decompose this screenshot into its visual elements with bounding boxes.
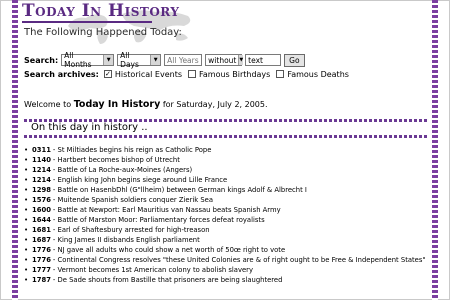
event-year: 1644 — [32, 216, 51, 224]
month-select-value: All Months — [64, 51, 92, 69]
bullet-icon: • — [24, 206, 29, 214]
mode-select-value: without — [208, 55, 237, 65]
chevron-down-icon: ▼ — [238, 55, 244, 65]
event-year: 1140 — [32, 156, 51, 164]
logo-underline — [22, 21, 152, 23]
list-item: • 1576- Muitende Spanish soldiers conquer… — [24, 195, 434, 205]
welcome-suffix: for Saturday, July 2, 2005. — [162, 100, 268, 109]
list-item: • 1214- English king John begins siege ar… — [24, 175, 434, 185]
list-item: • 1600- Battle at Newport: Earl Mauritius… — [24, 205, 434, 215]
day-select[interactable]: All Days ▼ — [117, 51, 162, 69]
event-text: - English king John begins siege around … — [52, 176, 228, 184]
event-list: • 0311- St Miltiades begins his reign as … — [24, 145, 434, 285]
bullet-icon: • — [24, 216, 29, 224]
month-select[interactable]: All Months ▼ — [61, 51, 115, 69]
list-item: • 1776- NJ gave all adults who could show… — [24, 245, 434, 255]
event-text: - Battle at Newport: Earl Mauritius van … — [52, 206, 281, 214]
bullet-icon: • — [24, 186, 29, 194]
list-item: • 1298- Battle on HasenbDhl (G"llheim) be… — [24, 185, 434, 195]
event-year: 1298 — [32, 186, 51, 194]
list-item: • 1214- Battle of La Roche-aux-Moines (An… — [24, 165, 434, 175]
event-text: - De Sade shouts from Bastille that pris… — [52, 276, 283, 284]
bullet-icon: • — [24, 236, 29, 244]
event-text: - Battle of Marston Moor: Parliamentary … — [52, 216, 265, 224]
page-subtitle: The Following Happened Today: — [24, 27, 182, 38]
event-text: - St Miltiades begins his reign as Catho… — [52, 146, 212, 154]
list-item: • 1776- Continental Congress resolves "th… — [24, 255, 434, 265]
search-form: Search: All Months ▼ All Days ▼ without … — [24, 51, 305, 69]
event-year: 1777 — [32, 266, 51, 274]
bullet-icon: • — [24, 156, 29, 164]
list-item: • 1787- De Sade shouts from Bastille that… — [24, 275, 434, 285]
list-item: • 0311- St Miltiades begins his reign as … — [24, 145, 434, 155]
event-year: 1787 — [32, 276, 51, 284]
event-text: - Muitende Spanish soldiers conquer Zier… — [52, 196, 214, 204]
event-text: - Continental Congress resolves "these U… — [52, 256, 426, 264]
historical-events-checkbox[interactable]: ✓ — [103, 70, 112, 78]
left-decorative-stripe — [12, 0, 18, 300]
event-year: 1681 — [32, 226, 51, 234]
event-text: - Earl of Shaftesbury arrested for high-… — [52, 226, 210, 234]
bullet-icon: • — [24, 166, 29, 174]
event-year: 1687 — [32, 236, 51, 244]
section-divider-bottom — [24, 135, 428, 138]
famous-birthdays-label[interactable]: Famous Birthdays — [199, 70, 270, 79]
event-year: 1576 — [32, 196, 51, 204]
section-title: On this day in history .. — [31, 122, 148, 133]
event-text: - NJ gave all adults who could show a ne… — [52, 246, 286, 254]
bullet-icon: • — [24, 226, 29, 234]
archives-label: Search archives: — [24, 69, 99, 79]
event-year: 1214 — [32, 176, 51, 184]
event-year: 1776 — [32, 256, 51, 264]
event-text: - King James II disbands English parliam… — [52, 236, 200, 244]
go-button[interactable]: Go — [284, 53, 305, 67]
welcome-brand: Today In History — [73, 99, 161, 110]
bullet-icon: • — [24, 146, 29, 154]
search-text-input[interactable] — [245, 54, 282, 66]
famous-birthdays-checkbox[interactable] — [188, 70, 196, 78]
event-text: - Hartbert becomes bishop of Utrecht — [52, 156, 180, 164]
historical-events-label[interactable]: Historical Events — [115, 70, 182, 79]
event-text: - Battle on HasenbDhl (G"llheim) between… — [52, 186, 307, 194]
bullet-icon: • — [24, 246, 29, 254]
event-text: - Battle of La Roche-aux-Moines (Angers) — [52, 166, 193, 174]
list-item: • 1644- Battle of Marston Moor: Parliamen… — [24, 215, 434, 225]
day-select-value: All Days — [120, 51, 139, 69]
list-item: • 1681- Earl of Shaftesbury arrested for … — [24, 225, 434, 235]
bullet-icon: • — [24, 256, 29, 264]
event-year: 1600 — [32, 206, 51, 214]
event-year: 1776 — [32, 246, 51, 254]
bullet-icon: • — [24, 196, 29, 204]
list-item: • 1140- Hartbert becomes bishop of Utrech… — [24, 155, 434, 165]
mode-select[interactable]: without ▼ — [205, 54, 244, 66]
chevron-down-icon: ▼ — [150, 55, 161, 65]
famous-deaths-label[interactable]: Famous Deaths — [287, 70, 349, 79]
search-label: Search: — [24, 55, 59, 65]
year-input[interactable] — [164, 54, 203, 66]
bullet-icon: • — [24, 276, 29, 284]
bullet-icon: • — [24, 266, 29, 274]
event-year: 0311 — [32, 146, 51, 154]
famous-deaths-checkbox[interactable] — [276, 70, 285, 78]
list-item: • 1687- King James II disbands English pa… — [24, 235, 434, 245]
event-year: 1214 — [32, 166, 51, 174]
list-item: • 1777- Vermont becomes 1st American colo… — [24, 265, 434, 275]
event-text: - Vermont becomes 1st American colony to… — [52, 266, 253, 274]
site-logo[interactable]: Today In History — [22, 1, 179, 21]
welcome-message: Welcome to Today In History for Saturday… — [24, 99, 268, 110]
welcome-prefix: Welcome to — [24, 100, 72, 109]
chevron-down-icon: ▼ — [103, 55, 114, 65]
bullet-icon: • — [24, 176, 29, 184]
archive-filters: Search archives: ✓ Historical Events Fam… — [24, 68, 353, 80]
